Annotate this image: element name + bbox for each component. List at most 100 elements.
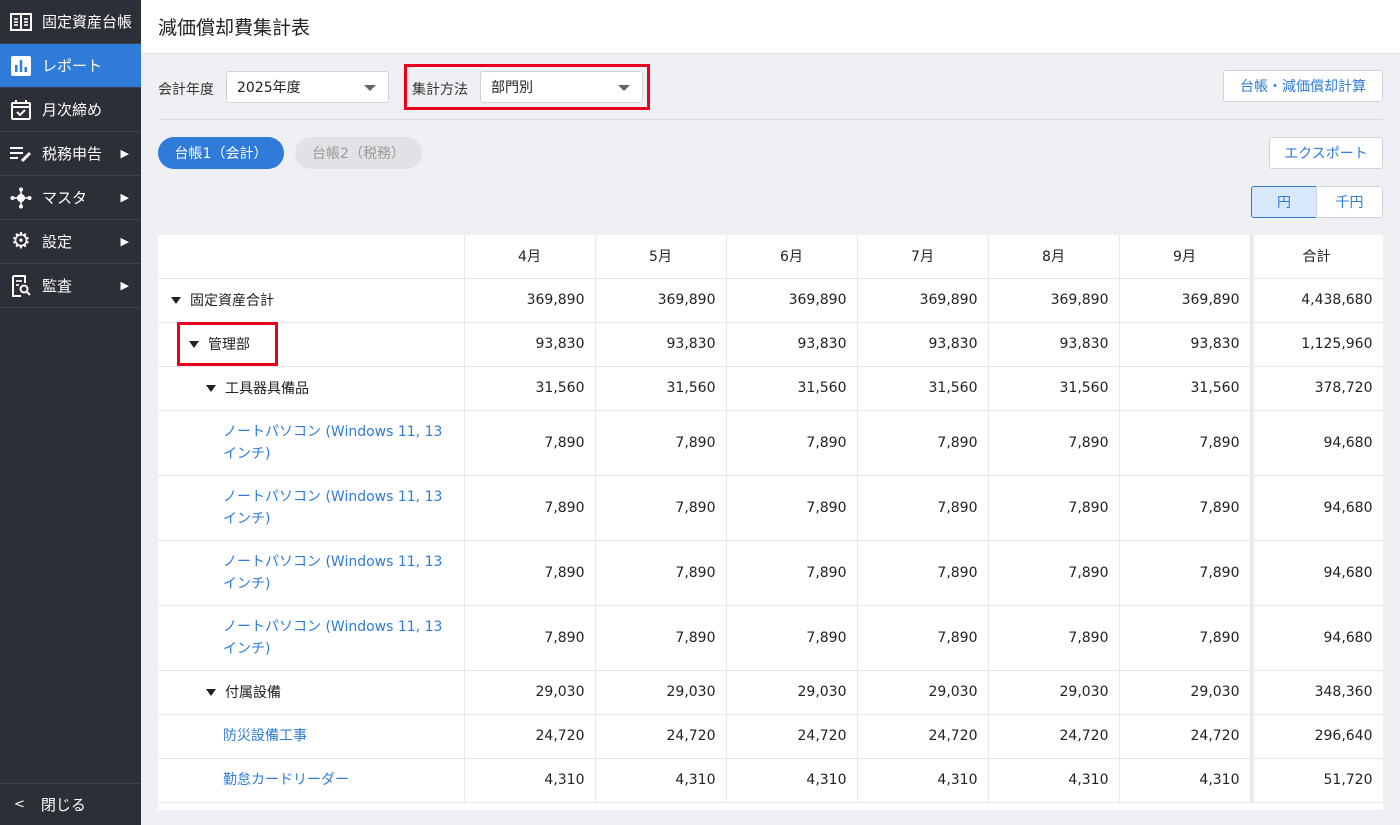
ledger-icon [10, 11, 32, 33]
sidebar-item-report[interactable]: レポート [0, 44, 141, 88]
month-cell: 93,830 [857, 322, 989, 367]
unit-yen-button[interactable]: 円 [1251, 186, 1317, 218]
row-name-cell: ノートパソコン (Windows 11, 13インチ) [158, 540, 465, 606]
month-cell: 31,560 [988, 366, 1120, 411]
aggregation-method-select[interactable]: 部門別 [480, 71, 643, 103]
month-cell: 4,310 [1119, 758, 1251, 803]
month-cell: 7,890 [726, 540, 858, 606]
depreciation-summary-table: 4月 5月 6月 7月 8月 9月 合計 固定資産合計 369,890 369,89… [158, 235, 1383, 810]
month-cell: 7,890 [726, 475, 858, 541]
sidebar-item-tax-filing[interactable]: 税務申告 ▶ [0, 132, 141, 176]
export-button[interactable]: エクスポート [1269, 137, 1383, 169]
month-cell: 7,890 [595, 475, 727, 541]
page-header: 減価償却費集計表 [141, 0, 1400, 54]
sidebar-item-audit[interactable]: 監査 ▶ [0, 264, 141, 308]
sidebar: 固定資産台帳 レポート 月次締め 税務申告 ▶ マスタ ▶ ⚙ 設定 ▶ 監査 [0, 0, 141, 825]
asset-link[interactable]: ノートパソコン (Windows 11, 13インチ) [223, 619, 442, 657]
table-row-asset: ノートパソコン (Windows 11, 13インチ) 7,890 7,890 7,8… [158, 410, 1383, 476]
row-name-cell: 防災設備工事 [158, 714, 465, 759]
sidebar-item-monthly-close[interactable]: 月次締め [0, 88, 141, 132]
month-cell: 369,890 [1119, 278, 1251, 323]
month-cell: 7,890 [988, 475, 1120, 541]
month-cell: 24,720 [464, 714, 596, 759]
fiscal-year-select[interactable]: 2025年度 [226, 71, 389, 103]
column-header: 4月 [464, 235, 596, 279]
month-cell: 7,890 [857, 475, 989, 541]
column-header-total: 合計 [1250, 235, 1383, 279]
month-cell: 369,890 [988, 278, 1120, 323]
asset-link[interactable]: 防災設備工事 [223, 728, 307, 744]
sidebar-item-master[interactable]: マスタ ▶ [0, 176, 141, 220]
sidebar-item-label: 設定 [42, 233, 73, 251]
chevron-right-icon: ▶ [120, 191, 129, 204]
column-header: 7月 [857, 235, 989, 279]
sidebar-item-label: マスタ [42, 189, 88, 207]
collapse-triangle-icon[interactable] [206, 385, 216, 392]
sidebar-item-label: 月次締め [42, 101, 103, 119]
chevron-right-icon: ▶ [120, 235, 129, 248]
month-cell: 369,890 [464, 278, 596, 323]
tab-ledger-2[interactable]: 台帳2（税務） [295, 137, 422, 169]
asset-link[interactable]: ノートパソコン (Windows 11, 13インチ) [223, 489, 442, 527]
sidebar-close-button[interactable]: < 閉じる [0, 783, 141, 825]
month-cell: 4,310 [464, 758, 596, 803]
month-cell: 7,890 [464, 540, 596, 606]
month-cell: 7,890 [988, 540, 1120, 606]
month-cell: 24,720 [857, 714, 989, 759]
unit-thousand-yen-button[interactable]: 千円 [1316, 186, 1383, 218]
column-header: 6月 [726, 235, 858, 279]
month-cell: 31,560 [1119, 366, 1251, 411]
sidebar-item-asset-ledger[interactable]: 固定資産台帳 [0, 0, 141, 44]
collapse-triangle-icon[interactable] [171, 297, 181, 304]
bar-chart-icon [10, 55, 32, 77]
month-cell: 29,030 [464, 670, 596, 715]
month-cell: 24,720 [726, 714, 858, 759]
aggregation-method-label: 集計方法 [412, 82, 468, 98]
month-cell: 7,890 [857, 410, 989, 476]
month-cell: 7,890 [1119, 475, 1251, 541]
total-cell: 296,640 [1250, 714, 1383, 759]
tab-ledger-1[interactable]: 台帳1（会計） [158, 137, 284, 169]
month-cell: 93,830 [726, 322, 858, 367]
month-cell: 93,830 [1119, 322, 1251, 367]
asset-link[interactable]: ノートパソコン (Windows 11, 13インチ) [223, 554, 442, 592]
row-name-cell: 固定資産合計 [158, 278, 465, 323]
sidebar-item-settings[interactable]: ⚙ 設定 ▶ [0, 220, 141, 264]
row-name-cell: 付属設備 [158, 670, 465, 715]
month-cell: 31,560 [464, 366, 596, 411]
total-cell: 4,438,680 [1250, 278, 1383, 323]
month-cell: 7,890 [726, 410, 858, 476]
month-cell: 29,030 [726, 670, 858, 715]
sidebar-item-label: 固定資産台帳 [42, 13, 133, 31]
aggregation-method-value: 部門別 [491, 80, 533, 96]
audit-search-icon [10, 274, 32, 297]
month-cell: 7,890 [857, 540, 989, 606]
month-cell: 7,890 [595, 410, 727, 476]
caret-down-icon [618, 85, 630, 91]
sidebar-item-label: レポート [42, 57, 103, 75]
row-name-cell: ノートパソコン (Windows 11, 13インチ) [158, 410, 465, 476]
month-cell: 24,720 [595, 714, 727, 759]
table-row-group: 固定資産合計 369,890 369,890 369,890 369,890 369,89… [158, 278, 1383, 323]
month-cell: 7,890 [1119, 540, 1251, 606]
sidebar-item-label: 監査 [42, 277, 73, 295]
table-row-asset: ノートパソコン (Windows 11, 13インチ) 7,890 7,890 7,8… [158, 475, 1383, 541]
sidebar-item-label: 税務申告 [42, 145, 103, 163]
asset-link[interactable]: ノートパソコン (Windows 11, 13インチ) [223, 424, 442, 462]
column-header: 8月 [988, 235, 1120, 279]
caret-down-icon [364, 85, 376, 91]
ledger-depreciation-calc-button[interactable]: 台帳・減価償却計算 [1223, 70, 1383, 102]
month-cell: 7,890 [464, 410, 596, 476]
total-cell: 94,680 [1250, 605, 1383, 671]
column-header: 5月 [595, 235, 727, 279]
page-title: 減価償却費集計表 [158, 17, 311, 39]
month-cell: 7,890 [988, 410, 1120, 476]
filter-bar: 会計年度 2025年度 集計方法 部門別 台帳・減価償却計算 [158, 64, 1383, 110]
chevron-left-icon: < [14, 797, 25, 812]
month-cell: 24,720 [988, 714, 1120, 759]
month-cell: 31,560 [857, 366, 989, 411]
month-cell: 93,830 [464, 322, 596, 367]
collapse-triangle-icon[interactable] [206, 689, 216, 696]
total-cell: 94,680 [1250, 475, 1383, 541]
asset-link[interactable]: 勤怠カードリーダー [223, 772, 349, 788]
